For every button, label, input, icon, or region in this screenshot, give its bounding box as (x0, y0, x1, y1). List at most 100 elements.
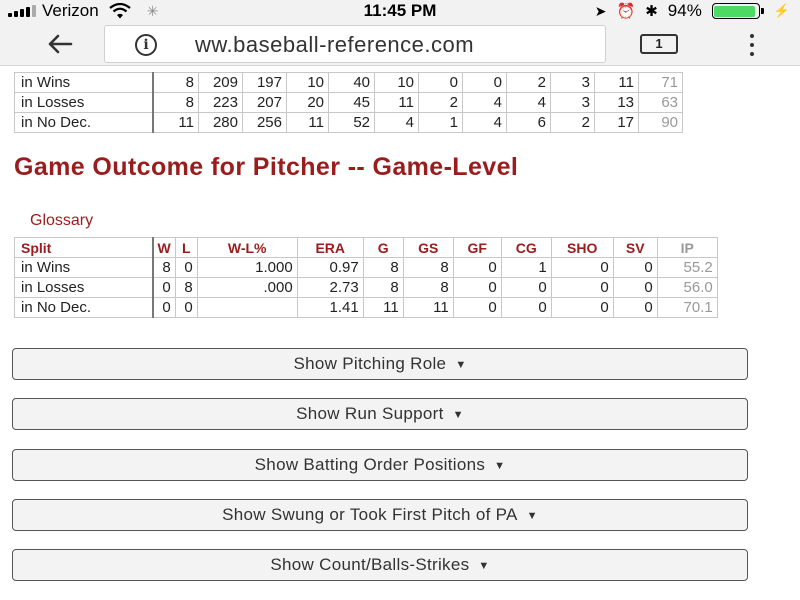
button-label: Show Swung or Took First Pitch of PA (222, 505, 518, 524)
section-heading: Game Outcome for Pitcher -- Game-Level (14, 153, 519, 181)
caret-down-icon: ▼ (526, 510, 538, 522)
column-header[interactable]: GS (402, 237, 454, 258)
table-cell: 0.97 (296, 257, 364, 278)
table-row: in No Dec. 0 0 1.41 11 11 0 0 0 0 70.1 (14, 297, 718, 318)
back-button[interactable] (40, 30, 80, 58)
show-section-button[interactable]: Show Count/Balls-Strikes ▼ (12, 549, 748, 581)
table-cell: 52 (328, 112, 375, 133)
column-header[interactable]: SHO (550, 237, 614, 258)
table-cell: 0 (500, 297, 552, 318)
button-label: Show Batting Order Positions (254, 455, 486, 474)
table-cell: 256 (242, 112, 287, 133)
column-header[interactable]: SV (612, 237, 658, 258)
bluetooth-icon: ✱ (645, 3, 658, 20)
status-bar: Verizon ✳ 11:45 PM ➤ ⏰ ✱ 94% ⚡ (0, 0, 800, 22)
table-cell: 6 (506, 112, 551, 133)
table-cell (196, 297, 298, 318)
show-section-button[interactable]: Show Run Support ▼ (12, 398, 748, 430)
column-header[interactable]: W-L% (196, 237, 298, 258)
table-cell: 1 (500, 257, 552, 278)
table-cell: 0 (174, 297, 198, 318)
table-cell: 2 (550, 112, 595, 133)
table-cell: 56.0 (656, 277, 718, 298)
table-cell: 2.73 (296, 277, 364, 298)
show-section-button[interactable]: Show Batting Order Positions ▼ (12, 449, 748, 481)
table-cell: 0 (462, 72, 507, 93)
table-cell: 207 (242, 92, 287, 113)
table-cell: 0 (612, 297, 658, 318)
table-cell: 0 (452, 297, 502, 318)
column-header[interactable]: Split (14, 237, 153, 258)
browser-toolbar: i ww.baseball-reference.com 1 (0, 22, 800, 66)
show-section-button[interactable]: Show Swung or Took First Pitch of PA ▼ (12, 499, 748, 531)
table-cell: 4 (374, 112, 419, 133)
game-outcome-table: Split W L W-L% ERA G GS GF CG SHO SV IP in Wins 8 0 1.… (14, 237, 718, 318)
table-cell: 0 (151, 297, 176, 318)
table-cell: 13 (594, 92, 639, 113)
glossary-link[interactable]: Glossary (30, 212, 93, 230)
column-header[interactable]: W (151, 237, 176, 258)
table-row: in Wins 8 209 197 10 40 10 0 0 2 3 11 71 (14, 72, 683, 93)
tab-switcher-button[interactable]: 1 (640, 34, 678, 54)
table-cell: 2 (418, 92, 463, 113)
table-cell: .000 (196, 277, 298, 298)
table-cell: 11 (286, 112, 329, 133)
table-cell: 0 (452, 257, 502, 278)
button-label: Show Run Support (296, 404, 444, 423)
table-cell: 0 (452, 277, 502, 298)
table-cell: 0 (612, 257, 658, 278)
table-cell: 11 (362, 297, 404, 318)
battery-icon (711, 3, 764, 19)
table-cell: 197 (242, 72, 287, 93)
table-cell: 0 (550, 297, 614, 318)
table-row: in Losses 8 223 207 20 45 11 2 4 4 3 13 63 (14, 92, 683, 113)
row-label: in Wins (14, 72, 153, 93)
column-header[interactable]: L (174, 237, 198, 258)
column-header[interactable]: CG (500, 237, 552, 258)
column-header[interactable]: IP (656, 237, 718, 258)
table-cell: 11 (374, 92, 419, 113)
table-cell: 4 (462, 92, 507, 113)
table-row: in No Dec. 11 280 256 11 52 4 1 4 6 2 17 90 (14, 112, 683, 133)
show-section-button[interactable]: Show Pitching Role ▼ (12, 348, 748, 380)
more-vert-icon[interactable] (744, 34, 760, 56)
column-header[interactable]: ERA (296, 237, 364, 258)
row-label: in No Dec. (14, 112, 153, 133)
table-header-row: Split W L W-L% ERA G GS GF CG SHO SV IP (14, 237, 718, 258)
alarm-clock-icon: ⏰ (616, 3, 636, 20)
url-text[interactable]: ww.baseball-reference.com (195, 32, 474, 58)
column-header[interactable]: GF (452, 237, 502, 258)
table-cell: 3 (550, 72, 595, 93)
arrow-left-icon (48, 34, 73, 54)
table-cell: 1 (418, 112, 463, 133)
table-cell: 0 (418, 72, 463, 93)
table-cell: 70.1 (656, 297, 718, 318)
table-cell: 4 (462, 112, 507, 133)
table-cell: 0 (550, 277, 614, 298)
table-cell: 1.41 (296, 297, 364, 318)
table-cell: 280 (198, 112, 243, 133)
table-cell: 8 (362, 257, 404, 278)
url-bar[interactable]: i ww.baseball-reference.com (104, 25, 606, 63)
table-cell: 20 (286, 92, 329, 113)
location-arrow-icon: ➤ (594, 2, 607, 19)
table-cell: 0 (612, 277, 658, 298)
table-cell: 11 (151, 112, 199, 133)
button-label: Show Pitching Role (293, 354, 447, 373)
table-cell: 0 (151, 277, 176, 298)
table-cell: 8 (151, 257, 176, 278)
table-cell: 8 (174, 277, 198, 298)
row-label: in Losses (14, 92, 153, 113)
table-cell: 1.000 (196, 257, 298, 278)
table-row: in Losses 0 8.000 2.73 8 8 0 0 0 0 56.0 (14, 277, 718, 298)
table-cell: 55.2 (656, 257, 718, 278)
table-cell: 3 (550, 92, 595, 113)
info-circle-icon[interactable]: i (135, 34, 157, 56)
row-label: in Losses (14, 277, 153, 298)
table-cell: 8 (402, 257, 454, 278)
table-cell: 71 (638, 72, 683, 93)
column-header[interactable]: G (362, 237, 404, 258)
table-cell: 0 (174, 257, 198, 278)
previous-stats-table: in Wins 8 209 197 10 40 10 0 0 2 3 11 71 in Losses 8 22… (14, 72, 683, 133)
table-cell: 45 (328, 92, 375, 113)
